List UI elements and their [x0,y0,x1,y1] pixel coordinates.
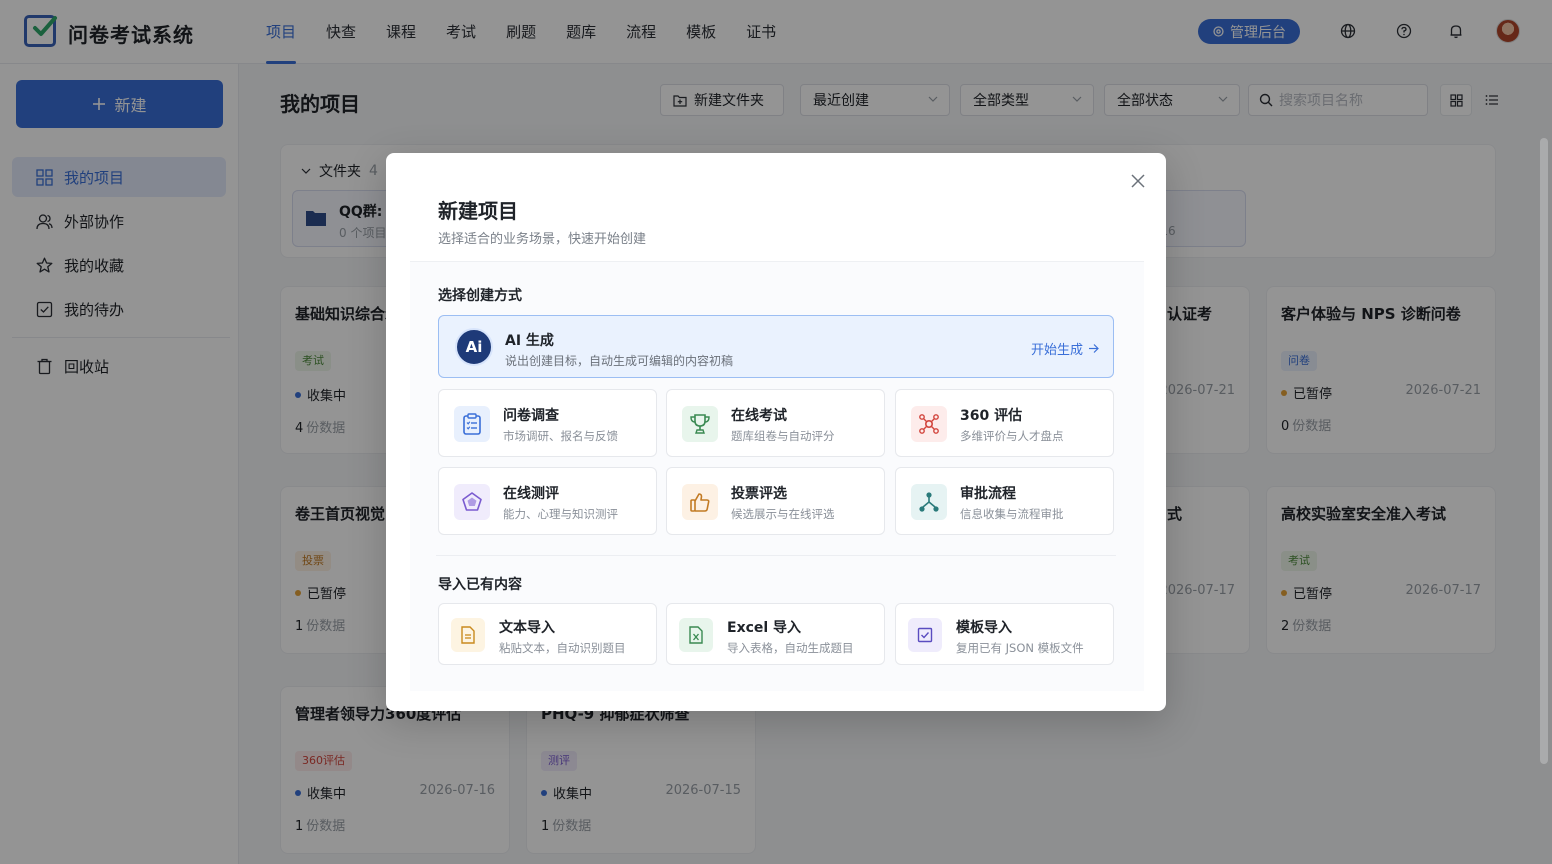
start-generate-label: 开始生成 [1030,343,1083,358]
option-title: 360 评估 [960,408,1023,424]
arrow-right-icon [1089,344,1099,353]
radar-icon [454,484,490,520]
option-title: 投票评选 [731,486,787,502]
template-icon [908,618,942,652]
import-excel[interactable]: Excel 导入 导入表格，自动生成题目 [666,603,885,665]
clipboard-icon [454,406,490,442]
import-desc: 导入表格，自动生成题目 [727,641,854,655]
dialog-subtitle: 选择适合的业务场景，快速开始创建 [438,232,647,247]
option-title: 在线测评 [503,486,559,502]
option-desc: 能力、心理与知识测评 [503,507,618,521]
thumbs-up-icon [682,484,718,520]
import-desc: 粘贴文本，自动识别题目 [499,641,626,655]
import-desc: 复用已有 JSON 模板文件 [956,641,1084,655]
option-title: 审批流程 [960,486,1016,502]
import-template[interactable]: 模板导入 复用已有 JSON 模板文件 [895,603,1114,665]
dialog-title: 新建项目 [438,199,518,223]
option-vote[interactable]: 投票评选 候选展示与在线评选 [666,467,885,535]
option-360[interactable]: 360 评估 多维评价与人才盘点 [895,389,1114,457]
option-desc: 市场调研、报名与反馈 [503,429,618,443]
section-divider [436,555,1116,556]
new-project-dialog: 新建项目 选择适合的业务场景，快速开始创建 选择创建方式 Ai AI 生成 说出… [386,153,1166,711]
import-title: 文本导入 [499,620,555,636]
ai-card-desc: 说出创建目标，自动生成可编辑的内容初稿 [505,354,734,368]
option-desc: 多维评价与人才盘点 [960,429,1064,443]
option-assessment[interactable]: 在线测评 能力、心理与知识测评 [438,467,657,535]
section-import: 导入已有内容 [438,577,522,593]
text-file-icon [451,618,485,652]
trophy-icon [682,406,718,442]
option-survey[interactable]: 问卷调查 市场调研、报名与反馈 [438,389,657,457]
ai-icon: Ai [455,328,493,366]
option-approval[interactable]: 审批流程 信息收集与流程审批 [895,467,1114,535]
network-icon [911,406,947,442]
option-title: 在线考试 [731,408,787,424]
option-exam[interactable]: 在线考试 题库组卷与自动评分 [666,389,885,457]
option-desc: 信息收集与流程审批 [960,507,1064,521]
ai-generate-card[interactable]: Ai AI 生成 说出创建目标，自动生成可编辑的内容初稿 开始生成 [438,315,1114,378]
import-title: 模板导入 [956,620,1012,636]
import-title: Excel 导入 [727,620,802,636]
option-desc: 题库组卷与自动评分 [731,429,835,443]
import-text[interactable]: 文本导入 粘贴文本，自动识别题目 [438,603,657,665]
option-title: 问卷调查 [503,408,559,424]
excel-file-icon [679,618,713,652]
section-create-method: 选择创建方式 [438,288,522,304]
page-scrollbar[interactable] [1540,138,1548,764]
close-icon[interactable] [1130,173,1146,189]
option-desc: 候选展示与在线评选 [731,507,835,521]
start-generate-link[interactable]: 开始生成 [1031,339,1099,358]
ai-card-title: AI 生成 [505,333,554,349]
flow-icon [911,484,947,520]
